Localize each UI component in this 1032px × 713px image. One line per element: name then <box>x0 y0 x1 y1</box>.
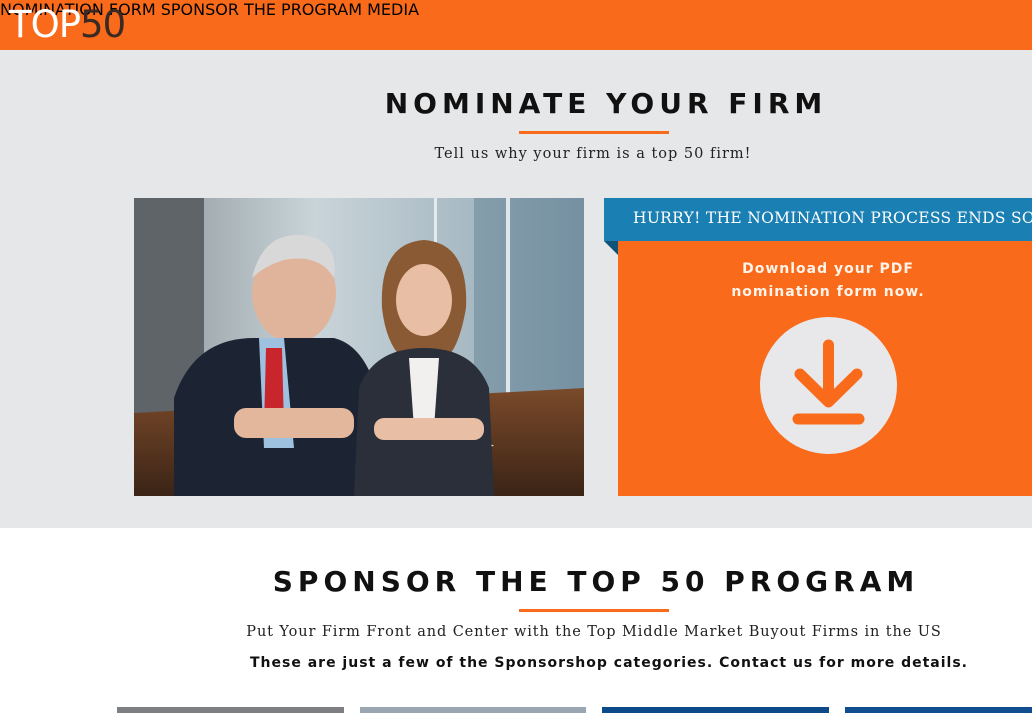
sponsor-category-thumb-2[interactable] <box>360 707 586 713</box>
logo-text-top: TOP <box>9 3 81 46</box>
download-line-1: Download your PDF <box>742 261 914 277</box>
business-meeting-photo <box>134 198 584 496</box>
banner-fold <box>604 241 618 255</box>
sponsor-title-divider <box>519 609 669 612</box>
sponsor-subtitle: Put Your Firm Front and Center with the … <box>246 624 942 640</box>
sponsor-category-thumb-1[interactable] <box>117 707 344 713</box>
site-logo[interactable]: TOP50 <box>9 3 126 46</box>
sponsor-title: SPONSOR THE TOP 50 PROGRAM <box>272 565 920 598</box>
nominate-title: NOMINATE YOUR FIRM <box>384 87 828 120</box>
sponsor-note: These are just a few of the Sponsorshop … <box>250 655 968 671</box>
nominate-subtitle: Tell us why your firm is a top 50 firm! <box>434 146 752 162</box>
nav-sponsor-the-program[interactable]: SPONSOR THE PROGRAM <box>161 0 362 19</box>
logo-text-50: 50 <box>80 3 126 46</box>
sponsor-category-thumb-4[interactable] <box>845 707 1032 713</box>
sponsor-category-thumb-3[interactable] <box>602 707 829 713</box>
download-instructions: Download your PDF nomination form now. <box>618 258 1032 304</box>
download-icon <box>792 339 865 425</box>
download-line-2: nomination form now. <box>731 284 925 300</box>
nomination-deadline-text: HURRY! THE NOMINATION PROCESS ENDS SOON! <box>633 209 1032 227</box>
nominate-title-divider <box>519 131 669 134</box>
top-navigation-bar: TOP50 NOMINATION FORM SPONSOR THE PROGRA… <box>0 0 1032 50</box>
nav-media[interactable]: MEDIA <box>367 0 419 19</box>
download-button[interactable] <box>760 317 897 454</box>
